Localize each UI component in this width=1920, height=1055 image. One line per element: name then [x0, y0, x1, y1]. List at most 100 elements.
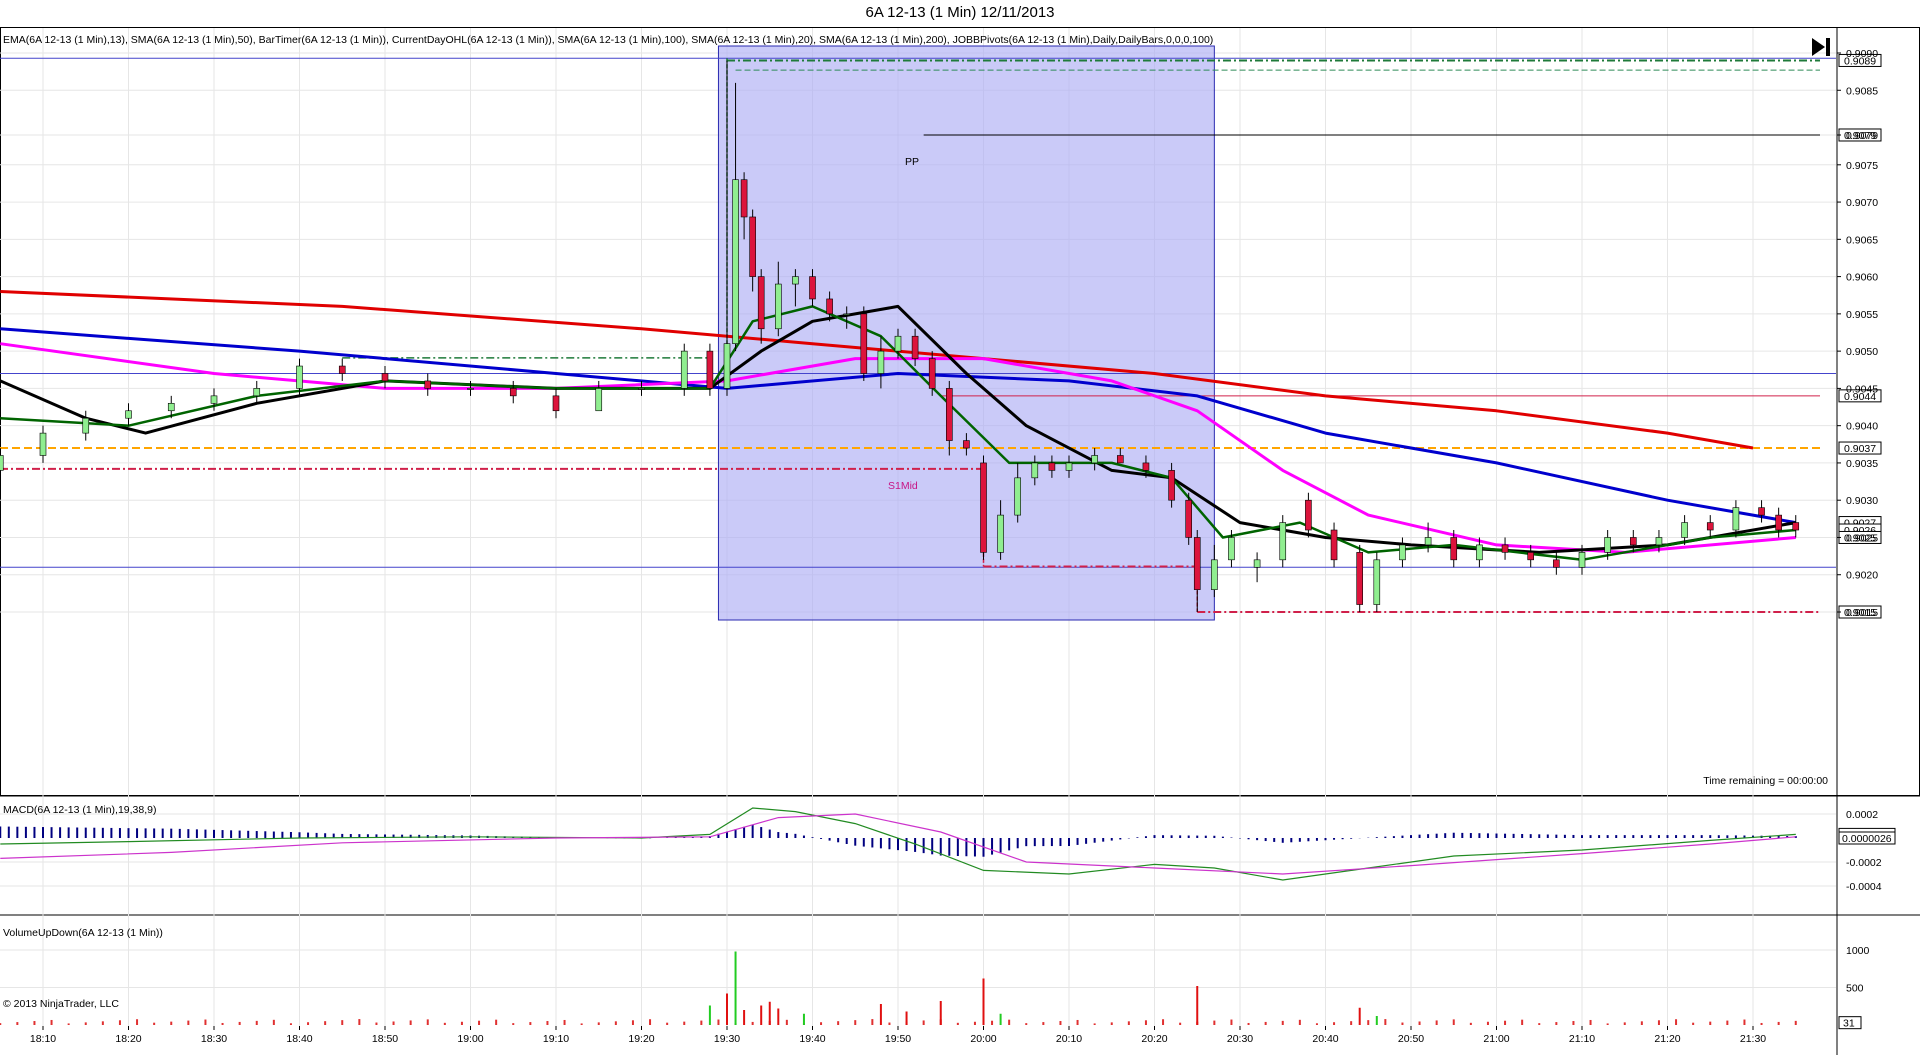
candle-body-68 — [1732, 507, 1740, 531]
x-tick-label-11: 20:00 — [970, 1033, 996, 1045]
candle-body-14 — [595, 388, 603, 412]
x-tick-label-0: 18:10 — [30, 1033, 56, 1045]
candle-body-28 — [860, 313, 868, 374]
candle-body-3 — [125, 410, 132, 419]
x-tick-label-4: 18:50 — [372, 1033, 398, 1045]
candle-body-20 — [740, 179, 748, 218]
x-tick-label-3: 18:40 — [286, 1033, 312, 1045]
price-tag-text-3: 0.9037 — [1844, 443, 1876, 455]
candle-body-16 — [680, 350, 688, 389]
macd-panel: 0.0002-0.0002-0.00040.00005060.0000026 — [0, 807, 1896, 893]
candle-body-59 — [1501, 544, 1509, 553]
candle-body-6 — [253, 388, 261, 397]
x-tick-label-1: 18:20 — [115, 1033, 141, 1045]
x-tick-label-5: 19:00 — [457, 1033, 483, 1045]
x-tick-label-13: 20:20 — [1141, 1033, 1167, 1045]
y-tick-label-7: 0.9055 — [1846, 309, 1878, 321]
candle-body-24 — [792, 276, 799, 285]
candle-body-21 — [749, 216, 756, 277]
chart-title: 6A 12-13 (1 Min) 12/11/2013 — [865, 4, 1055, 21]
candle-body-51 — [1305, 499, 1312, 531]
candle-body-42 — [1117, 455, 1124, 464]
candle-body-54 — [1373, 559, 1381, 605]
candle-body-29 — [877, 350, 885, 374]
vol-tick-label-0: 1000 — [1846, 945, 1870, 957]
candle-body-66 — [1681, 522, 1688, 538]
candle-body-11 — [467, 388, 474, 390]
candle-body-9 — [381, 373, 389, 382]
y-tick-label-15: 0.9015 — [1846, 607, 1878, 619]
y-tick-label-13: 0.9025 — [1846, 532, 1878, 544]
candle-body-7 — [296, 365, 303, 389]
candle-body-61 — [1553, 559, 1560, 568]
candle-body-38 — [1031, 462, 1039, 479]
y-tick-label-2: 0.9079 — [1846, 130, 1878, 142]
candle-body-12 — [509, 388, 517, 397]
candle-body-45 — [1185, 499, 1192, 538]
candle-body-37 — [1014, 477, 1022, 516]
x-tick-label-16: 20:50 — [1398, 1033, 1424, 1045]
x-tick-label-18: 21:10 — [1569, 1033, 1595, 1045]
candle-body-55 — [1399, 544, 1406, 561]
candle-body-13 — [552, 395, 560, 412]
candle-body-8 — [338, 365, 346, 374]
x-tick-label-10: 19:50 — [885, 1033, 911, 1045]
candle-body-52 — [1330, 529, 1338, 561]
candle-body-69 — [1758, 507, 1765, 516]
y-tick-label-1: 0.9085 — [1846, 85, 1878, 97]
y-tick-label-10: 0.9040 — [1846, 421, 1878, 433]
candle-body-70 — [1775, 514, 1782, 531]
x-tick-label-20: 21:30 — [1740, 1033, 1766, 1045]
x-tick-label-14: 20:30 — [1227, 1033, 1253, 1045]
candle-body-41 — [1091, 455, 1098, 464]
candle-body-47 — [1211, 559, 1218, 590]
candle-body-27 — [843, 313, 851, 316]
x-tick-label-12: 20:10 — [1056, 1033, 1082, 1045]
candle-body-48 — [1228, 537, 1235, 561]
candle-body-39 — [1048, 462, 1056, 471]
candle-body-22 — [757, 276, 765, 330]
x-tick-label-19: 21:20 — [1654, 1033, 1680, 1045]
candle-body-40 — [1065, 462, 1073, 471]
copyright: © 2013 NinjaTrader, LLC — [3, 998, 119, 1010]
pp-label: PP — [905, 156, 919, 168]
y-tick-label-5: 0.9065 — [1846, 234, 1878, 246]
candle-body-64 — [1630, 537, 1637, 546]
candle-body-10 — [424, 380, 432, 389]
x-tick-label-17: 21:00 — [1483, 1033, 1509, 1045]
candle-body-67 — [1706, 522, 1714, 531]
candle-body-44 — [1168, 470, 1175, 501]
candle-body-15 — [638, 388, 645, 390]
y-tick-label-8: 0.9050 — [1846, 346, 1878, 358]
candle-body-0 — [0, 455, 4, 471]
macd-tick-label-2: -0.0004 — [1846, 881, 1882, 893]
chart-svg: 0.0002-0.0002-0.00040.00005060.0000026 1… — [0, 27, 1920, 1055]
y-tick-label-3: 0.9075 — [1846, 160, 1878, 172]
candle-body-23 — [774, 283, 782, 330]
price-tag-3: 0.9037 — [1838, 441, 1882, 455]
indicators-label: EMA(6A 12-13 (1 Min),13), SMA(6A 12-13 (… — [3, 34, 1213, 46]
candle-body-57 — [1450, 537, 1458, 561]
candle-body-50 — [1279, 522, 1287, 561]
candle-body-65 — [1655, 537, 1663, 546]
x-tick-label-9: 19:40 — [799, 1033, 825, 1045]
y-tick-label-4: 0.9070 — [1846, 197, 1878, 209]
candle-body-60 — [1527, 552, 1534, 561]
candle-body-18 — [723, 343, 731, 389]
vol-tick-label-1: 500 — [1846, 983, 1864, 995]
s1mid-label: S1Mid — [888, 480, 918, 492]
macd-tick-label-0: 0.0002 — [1846, 809, 1878, 821]
x-tick-label-8: 19:30 — [714, 1033, 740, 1045]
candle-body-33 — [945, 388, 953, 441]
y-tick-label-0: 0.9090 — [1846, 48, 1878, 60]
y-tick-label-6: 0.9060 — [1846, 272, 1878, 284]
candle-body-34 — [963, 440, 970, 449]
candle-body-26 — [826, 298, 833, 315]
candle-body-30 — [894, 335, 902, 352]
candle-body-71 — [1792, 522, 1800, 531]
macd-label: MACD(6A 12-13 (1 Min),19,38,9) — [3, 804, 156, 816]
x-tick-label-6: 19:10 — [543, 1033, 569, 1045]
candle-body-49 — [1253, 559, 1261, 568]
y-tick-label-14: 0.9020 — [1846, 570, 1878, 582]
candle-body-5 — [210, 395, 218, 404]
